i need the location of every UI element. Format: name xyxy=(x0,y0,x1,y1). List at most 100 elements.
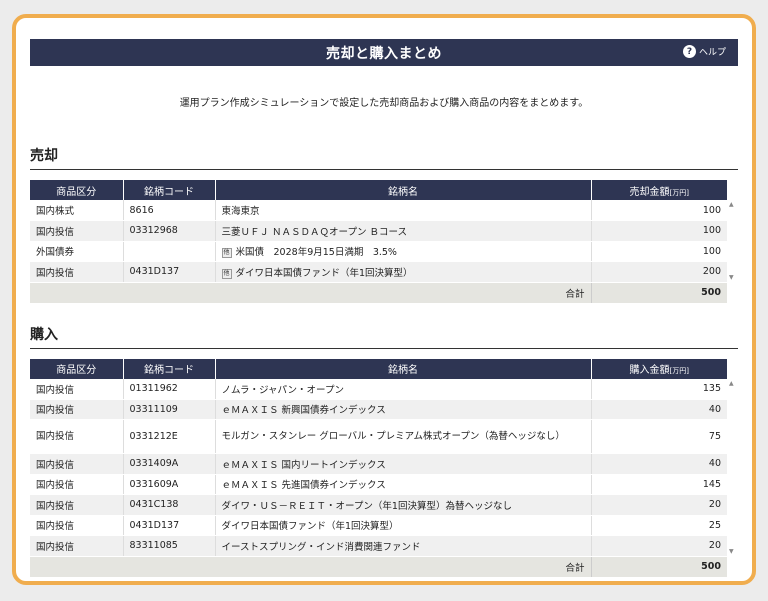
sell-table: 商品区分 銘柄コード 銘柄名 売却金額[万円] 国内株式 8616 東海東京 100 国… xyxy=(30,180,727,304)
amount-cell: 100 xyxy=(591,241,727,262)
buy-table-header: 商品区分 銘柄コード 銘柄名 購入金額[万円] xyxy=(30,358,727,379)
other-badge: 他 xyxy=(221,268,232,279)
category-cell: 国内投信 xyxy=(30,261,124,283)
code-cell: 8616 xyxy=(123,200,216,221)
total-row: 合計 500 xyxy=(30,556,727,578)
buy-table: 商品区分 銘柄コード 銘柄名 購入金額[万円] 国内投信 01311962 ノムラ・… xyxy=(30,358,727,578)
table-row: 国内株式 8616 東海東京 100 xyxy=(30,200,727,221)
scroll-up-icon[interactable]: ▲ xyxy=(729,201,734,208)
total-row: 合計 500 xyxy=(30,282,727,304)
name-cell: ダイワ日本国債ファンド（年1回決算型） xyxy=(215,515,592,536)
name-cell: ノムラ・ジャパン・オープン xyxy=(215,378,592,400)
column-header: 銘柄名 xyxy=(215,358,592,379)
amount-cell: 40 xyxy=(591,453,727,475)
category-cell: 国内投信 xyxy=(30,494,124,516)
table-row: 国内投信 0331212E モルガン・スタンレー グローバル・プレミアム株式オープン… xyxy=(30,419,727,454)
name-cell: ｅＭＡＸＩＳ 先進国債券インデックス xyxy=(215,474,592,495)
code-cell: 01311962 xyxy=(123,378,216,400)
table-row: 国内投信 03312968 三菱ＵＦＪ ＮＡＳＤＡＱオープン Ｂコース 100 xyxy=(30,220,727,242)
fund-name: 米国債 2028年9月15日満期 3.5% xyxy=(235,247,397,259)
total-value: 500 xyxy=(591,556,727,578)
category-cell: 国内投信 xyxy=(30,399,124,420)
scroll-down-icon[interactable]: ▼ xyxy=(729,274,734,281)
name-cell: 三菱ＵＦＪ ＮＡＳＤＡＱオープン Ｂコース xyxy=(215,220,592,242)
unit-label: [万円] xyxy=(669,367,689,375)
sell-table-header: 商品区分 銘柄コード 銘柄名 売却金額[万円] xyxy=(30,180,727,200)
fund-name: ダイワ日本国債ファンド（年1回決算型） xyxy=(235,267,413,279)
fund-name: モルガン・スタンレー グローバル・プレミアム株式オープン（為替ヘッジなし） xyxy=(221,430,565,442)
code-cell: 0431C138 xyxy=(123,494,216,516)
column-header-amount: 購入金額[万円] xyxy=(591,358,727,379)
fund-name: 東海東京 xyxy=(221,206,260,217)
category-cell: 国内投信 xyxy=(30,453,124,475)
name-cell: ｅＭＡＸＩＳ 新興国債券インデックス xyxy=(215,399,592,420)
amount-cell: 135 xyxy=(591,378,727,400)
page-description: 運用プラン作成シミュレーションで設定した売却商品および購入商品の内容をまとめます… xyxy=(179,98,589,109)
column-header: 商品区分 xyxy=(30,180,124,200)
code-cell: 03312968 xyxy=(123,220,216,242)
total-label: 合計 xyxy=(215,556,592,578)
name-cell: 東海東京 xyxy=(215,200,592,221)
amount-cell: 25 xyxy=(591,515,727,536)
category-cell: 国内投信 xyxy=(30,419,124,454)
amount-cell: 20 xyxy=(591,494,727,516)
code-cell: 03311109 xyxy=(123,399,216,420)
amount-cell: 100 xyxy=(591,200,727,221)
code-cell xyxy=(123,241,216,262)
sell-scrollbar[interactable]: ▲ ▼ xyxy=(727,200,736,282)
amount-cell: 100 xyxy=(591,220,727,242)
buy-scrollbar[interactable]: ▲ ▼ xyxy=(727,378,736,556)
total-spacer xyxy=(30,282,215,304)
amount-cell: 145 xyxy=(591,474,727,495)
name-cell: ｅＭＡＸＩＳ 国内リートインデックス xyxy=(215,453,592,475)
buy-heading: 購入 xyxy=(30,324,738,349)
category-cell: 国内投信 xyxy=(30,535,124,557)
category-cell: 国内投信 xyxy=(30,474,124,495)
amount-cell: 20 xyxy=(591,535,727,557)
title-bar: 売却と購入まとめ ? ヘルプ xyxy=(30,39,738,66)
code-cell: 83311085 xyxy=(123,535,216,557)
table-row: 国内投信 0431C138 ダイワ・ＵＳ－ＲＥＩＴ・オープン（年1回決算型）為替ヘッ… xyxy=(30,494,727,516)
name-cell: 他ダイワ日本国債ファンド（年1回決算型） xyxy=(215,261,592,283)
buy-table-wrap: 商品区分 銘柄コード 銘柄名 購入金額[万円] 国内投信 01311962 ノムラ・… xyxy=(30,358,736,578)
sell-heading: 売却 xyxy=(30,145,738,170)
table-row: 国内投信 83311085 イーストスプリング・インド消費関連ファンド 20 xyxy=(30,535,727,557)
page-title: 売却と購入まとめ xyxy=(326,45,442,62)
table-row: 国内投信 0431D137 ダイワ日本国債ファンド（年1回決算型） 25 xyxy=(30,515,727,536)
code-cell: 0331212E xyxy=(123,419,216,454)
scroll-down-icon[interactable]: ▼ xyxy=(729,548,734,555)
table-row: 国内投信 0431D137 他ダイワ日本国債ファンド（年1回決算型） 200 xyxy=(30,261,727,283)
scroll-up-icon[interactable]: ▲ xyxy=(729,380,734,387)
code-cell: 0331609A xyxy=(123,474,216,495)
total-spacer xyxy=(30,556,215,578)
help-label: ヘルプ xyxy=(698,48,726,58)
column-header: 商品区分 xyxy=(30,358,124,379)
column-header-amount: 売却金額[万円] xyxy=(591,180,727,200)
content: 売却と購入まとめ ? ヘルプ 運用プラン作成シミュレーションで設定した売却商品お… xyxy=(30,39,738,578)
fund-name: ダイワ・ＵＳ－ＲＥＩＴ・オープン（年1回決算型）為替ヘッジなし xyxy=(221,500,512,512)
sell-table-wrap: 商品区分 銘柄コード 銘柄名 売却金額[万円] 国内株式 8616 東海東京 100 国… xyxy=(30,180,736,304)
category-cell: 国内株式 xyxy=(30,200,124,221)
table-row: 国内投信 0331609A ｅＭＡＸＩＳ 先進国債券インデックス 145 xyxy=(30,474,727,495)
fund-name: イーストスプリング・インド消費関連ファンド xyxy=(221,541,421,553)
table-row: 外国債券他米国債 2028年9月15日満期 3.5% 100 xyxy=(30,241,727,262)
category-cell: 国内投信 xyxy=(30,378,124,400)
code-cell: 0431D137 xyxy=(123,515,216,536)
amount-cell: 40 xyxy=(591,399,727,420)
total-label: 合計 xyxy=(215,282,592,304)
name-cell: 他米国債 2028年9月15日満期 3.5% xyxy=(215,241,592,262)
amount-cell: 75 xyxy=(591,419,727,454)
summary-panel: 売却と購入まとめ ? ヘルプ 運用プラン作成シミュレーションで設定した売却商品お… xyxy=(12,14,756,585)
other-badge: 他 xyxy=(221,248,232,259)
help-button[interactable]: ? ヘルプ xyxy=(682,45,726,58)
column-header: 銘柄名 xyxy=(215,180,592,200)
category-cell: 国内投信 xyxy=(30,220,124,242)
name-cell: ダイワ・ＵＳ－ＲＥＩＴ・オープン（年1回決算型）為替ヘッジなし xyxy=(215,494,592,516)
category-cell: 外国債券 xyxy=(30,241,124,262)
fund-name: 三菱ＵＦＪ ＮＡＳＤＡＱオープン Ｂコース xyxy=(221,226,408,238)
amount-header-label: 購入金額 xyxy=(629,365,670,376)
category-cell: 国内投信 xyxy=(30,515,124,536)
help-icon: ? xyxy=(682,45,696,58)
fund-name: ダイワ日本国債ファンド（年1回決算型） xyxy=(221,521,399,533)
table-row: 国内投信 0331409A ｅＭＡＸＩＳ 国内リートインデックス 40 xyxy=(30,453,727,475)
